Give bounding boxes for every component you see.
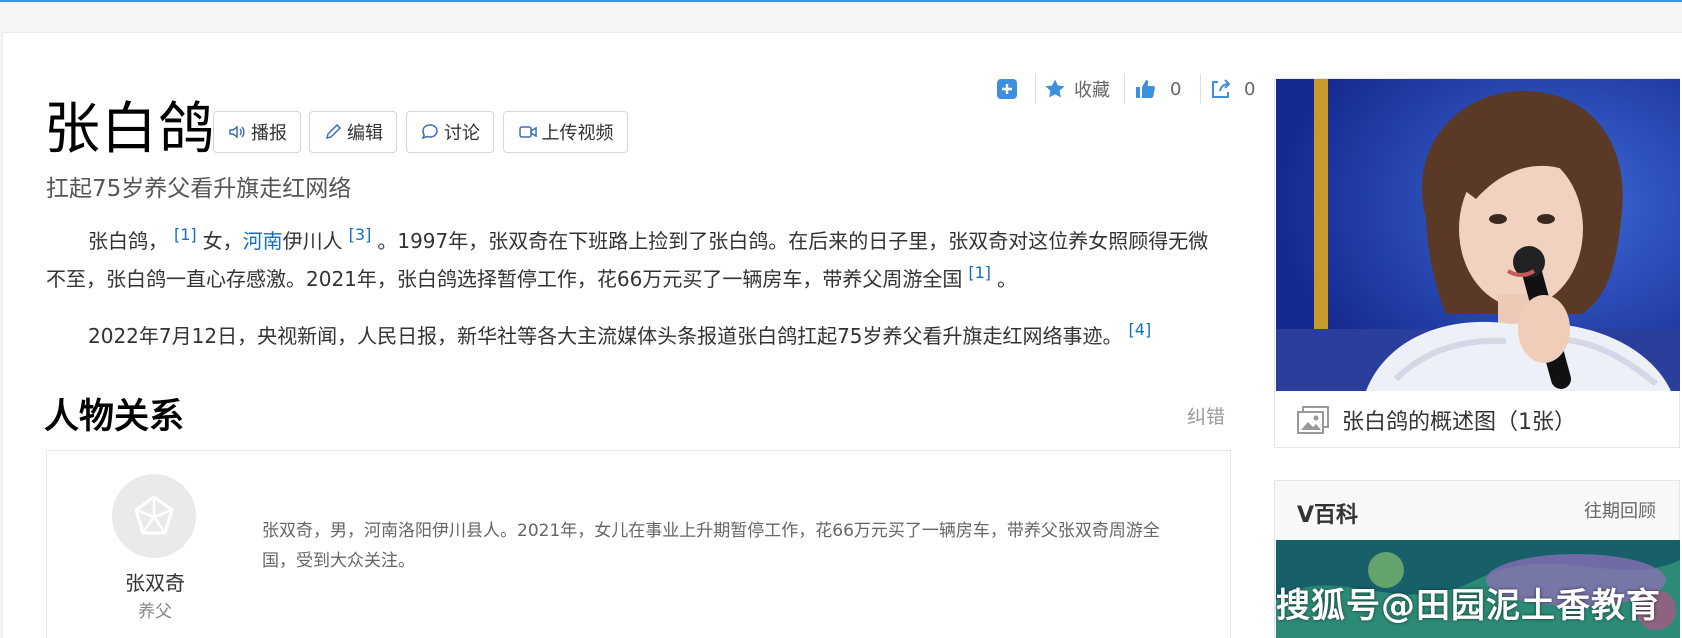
collect-button[interactable]: 收藏 [1044, 74, 1110, 104]
toolbar-divider [1200, 74, 1201, 104]
relation-role: 养父 [138, 602, 172, 622]
star-icon [1045, 79, 1065, 98]
henan-link[interactable]: 河南 [243, 229, 283, 253]
edit-button[interactable]: 编辑 [309, 111, 397, 153]
avatar[interactable] [112, 474, 196, 558]
video-camera-icon [518, 126, 537, 138]
vbaike-archive-link[interactable]: 往期回顾 [1584, 497, 1656, 523]
photo-caption-text: 张白鸽的概述图（1张） [1342, 410, 1576, 435]
upload-video-label: 上传视频 [541, 123, 614, 144]
summary-text: 张白鸽， [88, 229, 168, 253]
edit-label: 编辑 [347, 123, 383, 144]
portrait-illustration [1276, 79, 1680, 391]
broadcast-button[interactable]: 播报 [213, 111, 301, 153]
speaker-icon [229, 125, 245, 139]
vbaike-title: V百科 [1297, 503, 1359, 528]
reference-link[interactable]: [1] [174, 225, 197, 244]
pencil-icon [325, 123, 342, 140]
upload-video-button[interactable]: 上传视频 [503, 111, 628, 153]
summary-text: 。 [997, 267, 1018, 291]
add-entry-button[interactable] [996, 74, 1018, 104]
summary-paragraph-2: 2022年7月12日，央视新闻，人民日报，新华社等各大主流媒体头条报道张白鸽扛起… [46, 318, 1226, 356]
summary-text: 女， [202, 229, 243, 253]
toolbar-divider [1035, 74, 1036, 104]
reference-link[interactable]: [1] [968, 263, 991, 282]
like-button[interactable]: 0 [1134, 74, 1181, 104]
top-accent-bar [0, 0, 1682, 2]
toolbar-divider [1124, 74, 1125, 104]
overview-photo-caption[interactable]: 张白鸽的概述图（1张） [1296, 400, 1576, 440]
thumbs-up-icon [1136, 80, 1155, 98]
plus-square-icon [997, 79, 1017, 99]
summary-paragraph-1: 张白鸽， [1] 女，河南伊川人 [3] 。1997年，张双奇在下班路上捡到了张白鸽。在… [46, 223, 1226, 299]
entry-subtitle: 扛起75岁养父看升旗走红网络 [46, 176, 352, 202]
like-count: 0 [1170, 78, 1182, 100]
section-title-relations: 人物关系 [44, 397, 185, 437]
relation-description: 张双奇，男，河南洛阳伊川县人。2021年，女儿在事业上升期暂停工作，花66万元买… [262, 521, 1160, 571]
correct-error-link[interactable]: 纠错 [1187, 402, 1225, 429]
image-gallery-icon [1297, 406, 1329, 434]
watermark-text: 搜狐号@田园泥土香教育 [1276, 586, 1661, 626]
summary-text: 伊川人 [282, 229, 343, 253]
chat-bubble-icon [421, 124, 438, 140]
relation-person-name[interactable]: 张双奇 [100, 567, 210, 596]
collect-label: 收藏 [1074, 80, 1110, 101]
summary-text: 2022年7月12日，央视新闻，人民日报，新华社等各大主流媒体头条报道张白鸽扛起… [88, 324, 1123, 348]
broadcast-label: 播报 [251, 123, 287, 144]
share-button[interactable]: 0 [1210, 74, 1255, 104]
overview-photo[interactable] [1276, 79, 1680, 391]
reference-link[interactable]: [4] [1129, 320, 1152, 339]
person-placeholder-icon [134, 495, 174, 535]
page-title: 张白鸽 [44, 97, 215, 162]
discuss-label: 讨论 [444, 123, 480, 144]
share-icon [1212, 79, 1231, 98]
discuss-button[interactable]: 讨论 [406, 111, 494, 153]
reference-link[interactable]: [3] [349, 225, 372, 244]
share-count: 0 [1244, 78, 1256, 100]
